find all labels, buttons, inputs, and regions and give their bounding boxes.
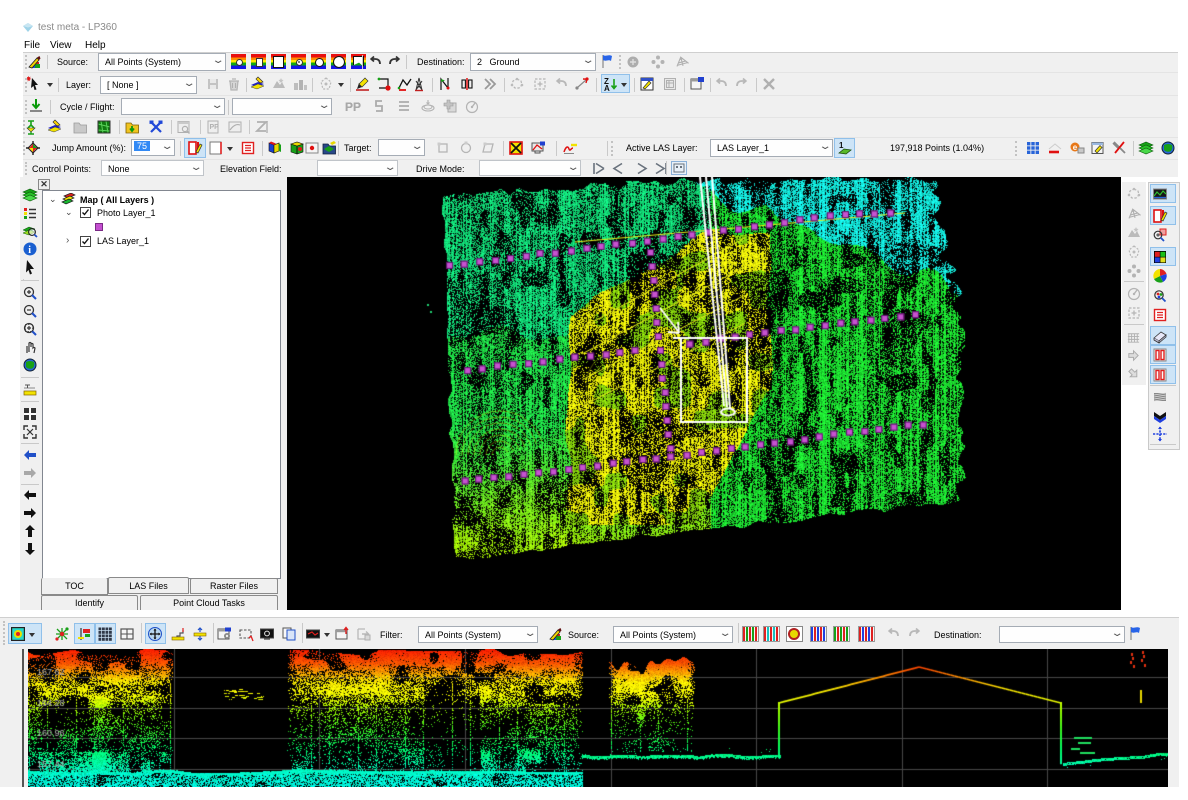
svg-text:A: A <box>604 84 610 92</box>
svg-text:1: 1 <box>839 141 844 150</box>
svg-text:e: e <box>1073 143 1078 152</box>
svg-text:PP: PP <box>210 124 220 131</box>
svg-text:i: i <box>28 245 31 256</box>
